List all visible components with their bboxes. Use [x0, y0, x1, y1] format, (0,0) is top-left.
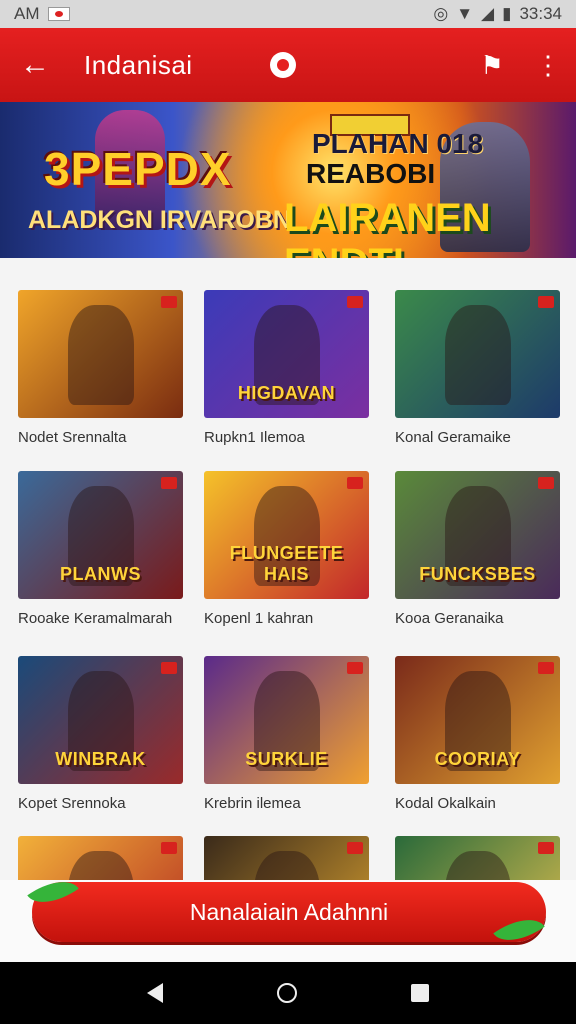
game-card[interactable]: Nodet Srennalta: [18, 290, 183, 446]
game-card[interactable]: FLUNGEETE HAIS Kopenl 1 kahran: [204, 471, 369, 627]
game-thumbnail-caption: FUNCKSBES: [419, 564, 536, 584]
game-title: Krebrin ilemea: [204, 795, 301, 812]
game-card[interactable]: COORIAY Kodal Okalkain: [395, 656, 560, 812]
banner-subtitle: ALADKGN IRVAROBN: [28, 206, 291, 234]
game-thumbnail: COORIAY: [395, 656, 560, 784]
app-bar: ← Indanisai ⚑ ⋮: [0, 28, 576, 102]
nav-back-icon[interactable]: [147, 983, 163, 1003]
game-card[interactable]: SURKLIE Krebrin ilemea: [204, 656, 369, 812]
game-thumbnail-caption: HIGDAVAN: [237, 383, 336, 403]
play-badge-icon: [347, 662, 363, 674]
game-title: Kooa Geranaika: [395, 610, 504, 627]
play-badge-icon: [161, 477, 177, 489]
play-badge-icon: [538, 842, 554, 854]
game-thumbnail-caption: FLUNGEETE HAIS: [229, 543, 344, 584]
screen: AM ◎ ▼ ◢ ▮ 33:34 ← Indanisai ⚑ ⋮ 3PEPDX …: [0, 0, 576, 1024]
system-nav-bar: [0, 962, 576, 1024]
game-thumbnail: FUNCKSBES: [395, 471, 560, 599]
status-bar: AM ◎ ▼ ◢ ▮ 33:34: [0, 0, 576, 28]
game-card[interactable]: WINBRAK Kopet Srennoka: [18, 656, 183, 812]
promo-banner[interactable]: 3PEPDX ALADKGN IRVAROBN PLAHAN 018 REABO…: [0, 102, 576, 258]
game-thumbnail: [395, 290, 560, 418]
game-thumbnail: SURKLIE: [204, 656, 369, 784]
play-badge-icon: [347, 296, 363, 308]
signal-icon: ◢: [481, 4, 495, 23]
chat-button[interactable]: ⚑: [464, 28, 520, 102]
play-badge-icon: [161, 842, 177, 854]
play-badge-icon: [161, 296, 177, 308]
game-thumbnail: [18, 290, 183, 418]
game-title: Kopet Srennoka: [18, 795, 126, 812]
game-title: Kodal Okalkain: [395, 795, 496, 812]
game-title: Konal Geramaike: [395, 429, 511, 446]
primary-action-button[interactable]: Nanalaiain Adahnni: [32, 882, 546, 942]
play-badge-icon: [538, 477, 554, 489]
game-card[interactable]: HIGDAVAN Rupkn1 Ilemoa: [204, 290, 369, 446]
alarm-icon: ◎: [433, 4, 449, 23]
wifi-icon: ▼: [456, 4, 474, 23]
play-badge-icon: [538, 662, 554, 674]
banner-tag-1: PLAHAN 018: [312, 128, 484, 159]
more-vertical-icon: ⋮: [535, 49, 561, 80]
game-thumbnail-caption: PLANWS: [60, 564, 141, 584]
game-thumbnail: FLUNGEETE HAIS: [204, 471, 369, 599]
notification-icon: [47, 7, 70, 21]
game-thumbnail: WINBRAK: [18, 656, 183, 784]
app-title: Indanisai: [84, 49, 193, 80]
play-badge-icon: [161, 662, 177, 674]
chat-flag-icon: ⚑: [480, 49, 504, 80]
banner-main-line: LAIRANEN ENDTI: [284, 196, 491, 258]
game-thumbnail: PLANWS: [18, 471, 183, 599]
banner-tag-2: REABOBI: [306, 158, 436, 189]
banner-headline: 3PEPDX: [44, 143, 232, 195]
game-card[interactable]: Konal Geramaike: [395, 290, 560, 446]
nav-recent-icon[interactable]: [411, 984, 429, 1002]
game-thumbnail: HIGDAVAN: [204, 290, 369, 418]
game-thumbnail-caption: COORIAY: [434, 749, 521, 769]
game-card[interactable]: FUNCKSBES Kooa Geranaika: [395, 471, 560, 627]
game-title: Rooake Keramalmarah: [18, 610, 173, 627]
status-left: AM: [14, 4, 70, 24]
action-panel: Nanalaiain Adahnni: [0, 880, 576, 962]
nav-home-icon[interactable]: [277, 983, 297, 1003]
status-time: 33:34: [519, 4, 562, 23]
more-options-button[interactable]: ⋮: [520, 28, 576, 102]
game-card[interactable]: PLANWS Rooake Keramalmarah: [18, 471, 183, 627]
battery-icon: ▮: [502, 4, 512, 23]
game-title: Rupkn1 Ilemoa: [204, 429, 305, 446]
action-label: Nanalaiain Adahnni: [189, 898, 389, 925]
app-logo-icon: [270, 52, 296, 78]
back-button[interactable]: ←: [0, 28, 70, 102]
status-left-text: AM: [14, 4, 40, 23]
status-right: ◎ ▼ ◢ ▮ 33:34: [433, 4, 562, 24]
game-thumbnail-caption: SURKLIE: [245, 749, 328, 769]
play-badge-icon: [347, 842, 363, 854]
game-thumbnail-caption: WINBRAK: [55, 749, 146, 769]
play-badge-icon: [538, 296, 554, 308]
arrow-left-icon: ←: [20, 48, 50, 81]
play-badge-icon: [347, 477, 363, 489]
game-title: Nodet Srennalta: [18, 429, 127, 446]
game-title: Kopenl 1 kahran: [204, 610, 314, 627]
